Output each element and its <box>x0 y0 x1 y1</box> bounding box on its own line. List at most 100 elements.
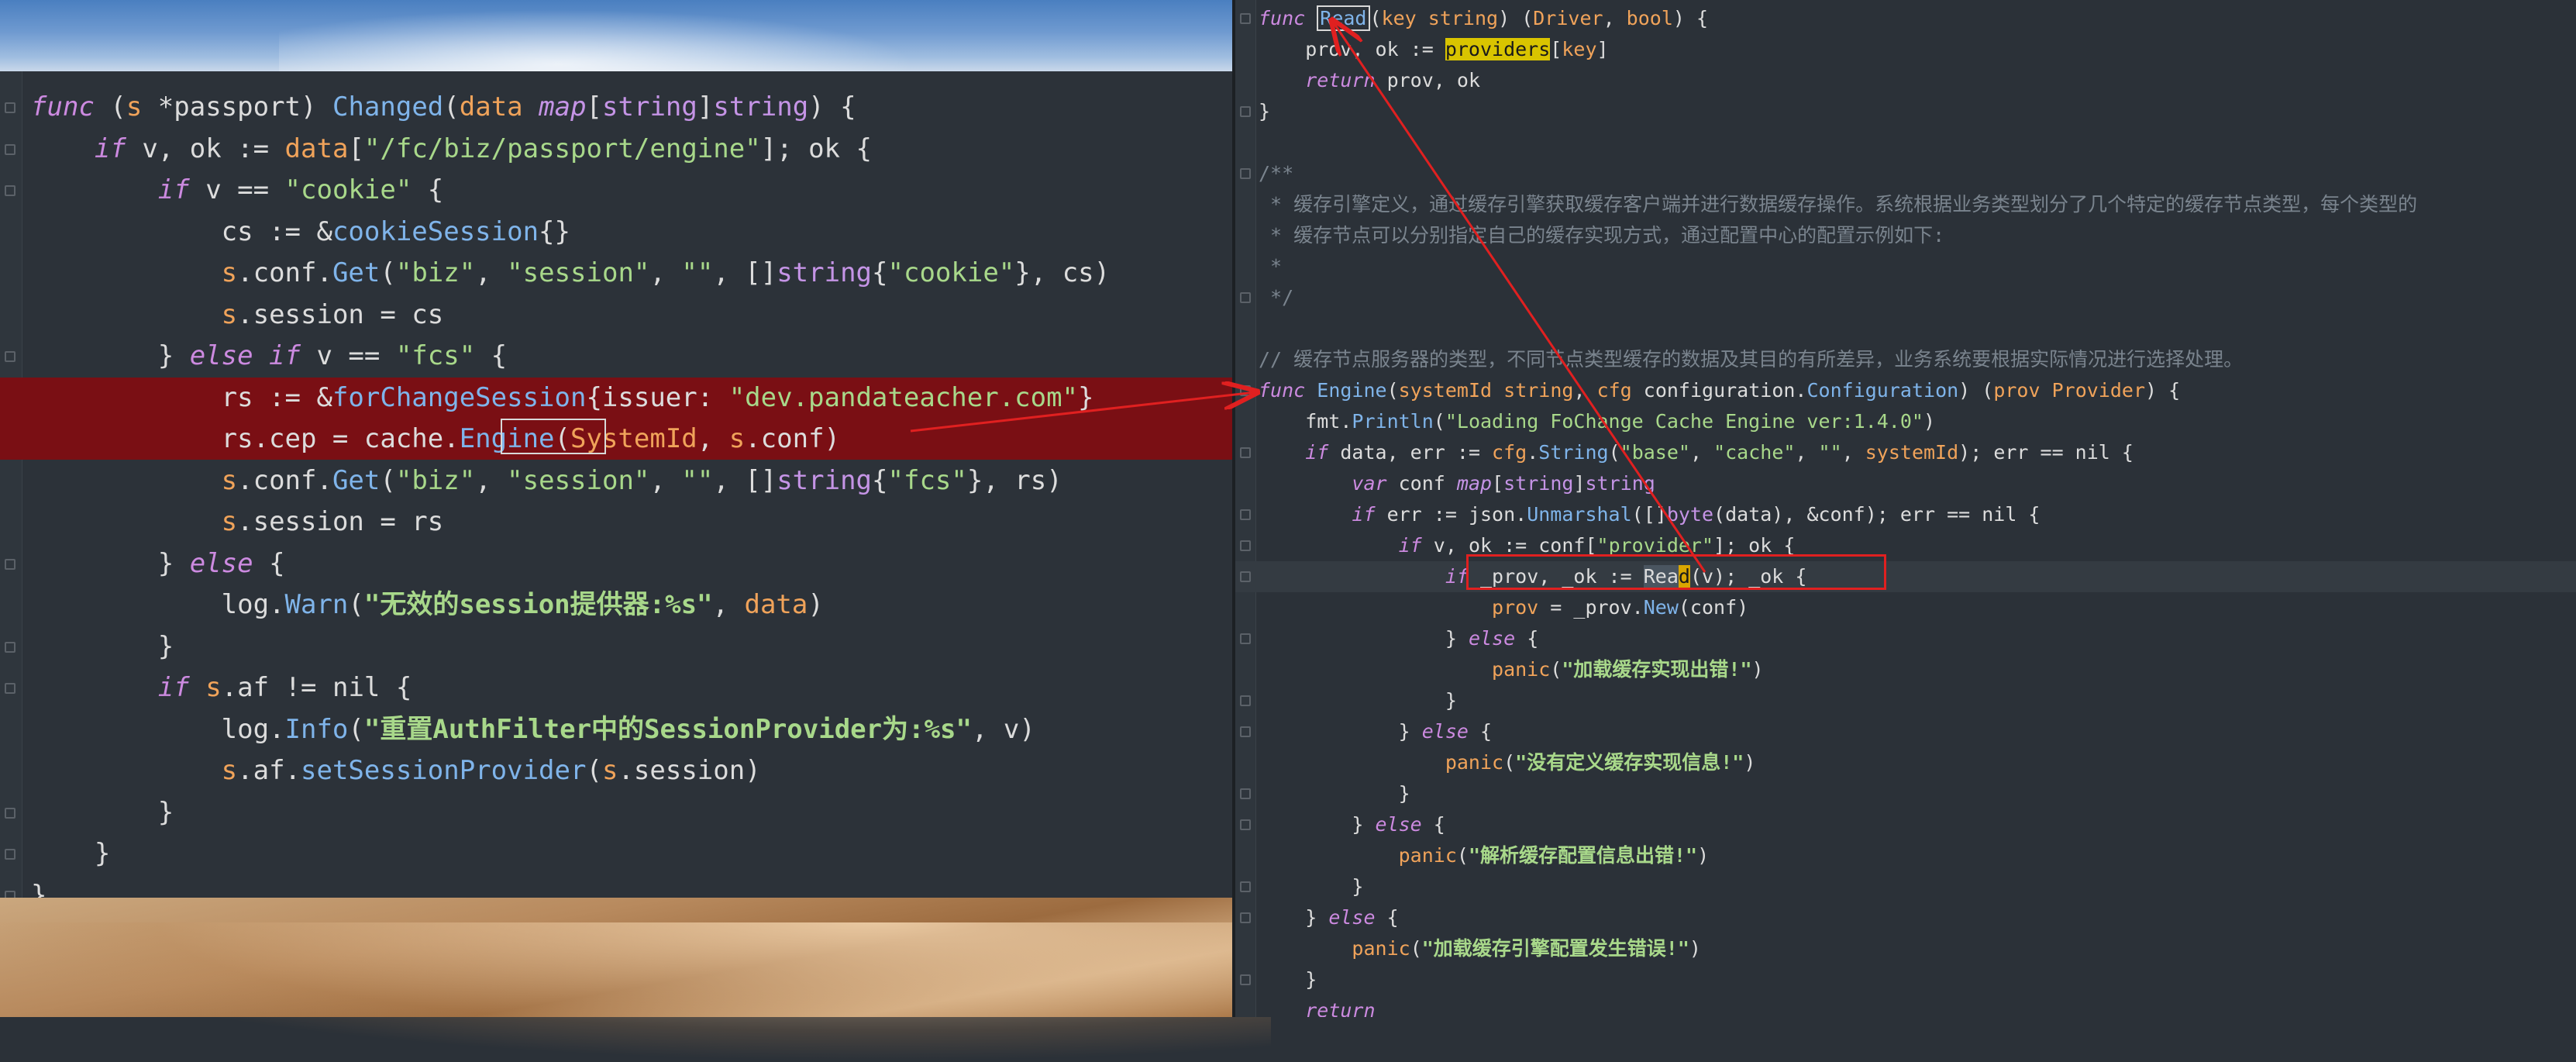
fold-marker-icon[interactable] <box>1240 13 1251 24</box>
fold-marker-icon[interactable] <box>5 641 15 653</box>
code-line[interactable]: log.Warn("无效的session提供器:%s", data) <box>0 584 1232 626</box>
code-line[interactable]: if s.af != nil { <box>0 667 1232 709</box>
fold-marker-icon[interactable] <box>5 185 15 196</box>
fold-marker-icon[interactable] <box>1240 819 1251 830</box>
fold-marker-icon[interactable] <box>5 807 15 819</box>
fold-marker-icon[interactable] <box>1240 168 1251 179</box>
code-token: Driver <box>1533 7 1603 29</box>
code-line[interactable]: panic("加载缓存引擎配置发生错误!") <box>1235 933 2576 964</box>
code-token: prov, ok <box>1375 69 1480 91</box>
code-token: panic <box>1352 937 1410 960</box>
code-line[interactable]: return <box>1235 995 2576 1017</box>
code-line[interactable]: func Engine(systemId string, cfg configu… <box>1235 375 2576 406</box>
code-line[interactable]: if err := json.Unmarshal([]byte(data), &… <box>1235 499 2576 530</box>
fold-marker-icon[interactable] <box>1240 726 1251 737</box>
code-line[interactable] <box>1235 313 2576 344</box>
fold-marker-icon[interactable] <box>1240 912 1251 923</box>
code-line[interactable]: prov = _prov.New(conf) <box>1235 592 2576 623</box>
code-token: string <box>777 257 873 288</box>
fold-marker-icon[interactable] <box>1240 974 1251 985</box>
code-line[interactable]: } else if v == "fcs" { <box>0 336 1232 377</box>
code-line[interactable]: } else { <box>1235 902 2576 933</box>
code-line[interactable]: cs := &cookieSession{} <box>0 212 1232 253</box>
code-token: .af. <box>237 755 301 786</box>
code-line[interactable]: } <box>1235 964 2576 995</box>
code-line[interactable]: * 缓存引擎定义，通过缓存引擎获取缓存客户端并进行数据缓存操作。系统根据业务类型… <box>1235 189 2576 220</box>
code-token: ( <box>348 589 364 620</box>
code-line[interactable]: if v, ok := conf["provider"]; ok { <box>1235 530 2576 561</box>
code-line[interactable]: if v, ok := data["/fc/biz/passport/engin… <box>0 129 1232 170</box>
code-line[interactable]: return prov, ok <box>1235 65 2576 96</box>
code-line[interactable]: } <box>1235 96 2576 127</box>
code-line[interactable]: var conf map[string]string <box>1235 468 2576 499</box>
code-line[interactable]: func Read (key string) (Driver, bool) { <box>1235 3 2576 34</box>
code-line[interactable]: log.Info("重置AuthFilter中的SessionProvider为… <box>0 709 1232 750</box>
left-code-editor[interactable]: func (s *passport) Changed(data map[stri… <box>0 71 1232 898</box>
code-line[interactable]: if data, err := cfg.String("base", "cach… <box>1235 437 2576 468</box>
fold-marker-icon[interactable] <box>1240 292 1251 303</box>
code-line[interactable]: rs := &forChangeSession{issuer: "dev.pan… <box>0 377 1232 419</box>
code-line[interactable]: } else { <box>0 543 1232 584</box>
fold-marker-icon[interactable] <box>5 849 15 860</box>
fold-marker-icon[interactable] <box>5 683 15 694</box>
code-text: func (s *passport) Changed(data map[stri… <box>31 87 856 128</box>
fold-marker-icon[interactable] <box>1240 385 1251 396</box>
code-line[interactable]: } else { <box>1235 623 2576 654</box>
code-token: panic <box>1398 844 1457 867</box>
fold-marker-icon[interactable] <box>5 351 15 362</box>
code-line[interactable]: } <box>0 833 1232 874</box>
code-token: systemId <box>1865 441 1959 464</box>
code-line[interactable]: panic("加载缓存实现出错!") <box>1235 654 2576 685</box>
code-line[interactable]: } <box>1235 685 2576 716</box>
code-line[interactable]: if _prov, _ok := Read(v); _ok { <box>1235 561 2576 592</box>
code-token: "没有定义缓存实现信息!" <box>1515 751 1744 774</box>
code-line[interactable]: } <box>0 626 1232 667</box>
code-line[interactable]: /** <box>1235 158 2576 189</box>
code-line[interactable]: * 缓存节点可以分别指定自己的缓存实现方式，通过配置中心的配置示例如下: <box>1235 220 2576 251</box>
code-token: ) { <box>808 91 856 122</box>
fold-marker-icon[interactable] <box>1240 788 1251 799</box>
code-line[interactable]: } <box>0 875 1232 898</box>
code-line[interactable]: s.session = cs <box>0 295 1232 336</box>
code-line[interactable]: } <box>0 792 1232 833</box>
code-text: if err := json.Unmarshal([]byte(data), &… <box>1259 499 2040 530</box>
fold-marker-icon[interactable] <box>5 890 15 898</box>
code-line[interactable]: * <box>1235 251 2576 282</box>
code-line[interactable]: fmt.Println("Loading FoChange Cache Engi… <box>1235 406 2576 437</box>
code-line[interactable]: // 缓存节点服务器的类型，不同节点类型缓存的数据及其目的有所差异，业务系统要根… <box>1235 344 2576 375</box>
code-token: } <box>1259 689 1457 712</box>
code-line[interactable]: rs.cep = cache.Engine(SystemId, s.conf) <box>0 419 1232 460</box>
right-code-editor[interactable]: func Read (key string) (Driver, bool) { p… <box>1235 0 2576 1017</box>
code-line[interactable]: s.conf.Get("biz", "session", "", []strin… <box>0 460 1232 502</box>
fold-marker-icon[interactable] <box>5 558 15 570</box>
code-line[interactable]: if v == "cookie" { <box>0 170 1232 211</box>
fold-marker-icon[interactable] <box>1240 106 1251 117</box>
fold-marker-icon[interactable] <box>5 143 15 155</box>
code-line[interactable]: */ <box>1235 282 2576 313</box>
code-line[interactable]: } <box>1235 778 2576 809</box>
fold-marker-icon[interactable] <box>5 102 15 113</box>
code-token: Get <box>332 257 381 288</box>
code-line[interactable]: s.af.setSessionProvider(s.session) <box>0 750 1232 791</box>
fold-marker-icon[interactable] <box>1240 633 1251 644</box>
fold-marker-icon[interactable] <box>1240 447 1251 458</box>
code-text: if v == "cookie" { <box>31 170 444 211</box>
code-token: else if <box>189 340 301 371</box>
code-line[interactable]: } else { <box>1235 809 2576 840</box>
code-line[interactable]: prov, ok := providers[key] <box>1235 34 2576 65</box>
fold-marker-icon[interactable] <box>1240 695 1251 706</box>
fold-marker-icon[interactable] <box>1240 509 1251 520</box>
code-line[interactable]: s.session = rs <box>0 502 1232 543</box>
read-call-annotation-box <box>1466 554 1886 590</box>
code-line[interactable]: s.conf.Get("biz", "session", "", []strin… <box>0 253 1232 294</box>
fold-marker-icon[interactable] <box>1240 881 1251 892</box>
fold-marker-icon[interactable] <box>1240 540 1251 551</box>
code-line[interactable]: } <box>1235 871 2576 902</box>
code-line[interactable]: panic("解析缓存配置信息出错!") <box>1235 840 2576 871</box>
fold-marker-icon[interactable] <box>1240 571 1251 582</box>
code-line[interactable] <box>1235 127 2576 158</box>
code-line[interactable]: func (s *passport) Changed(data map[stri… <box>0 87 1232 128</box>
code-line[interactable]: } else { <box>1235 716 2576 747</box>
code-line[interactable]: panic("没有定义缓存实现信息!") <box>1235 747 2576 778</box>
